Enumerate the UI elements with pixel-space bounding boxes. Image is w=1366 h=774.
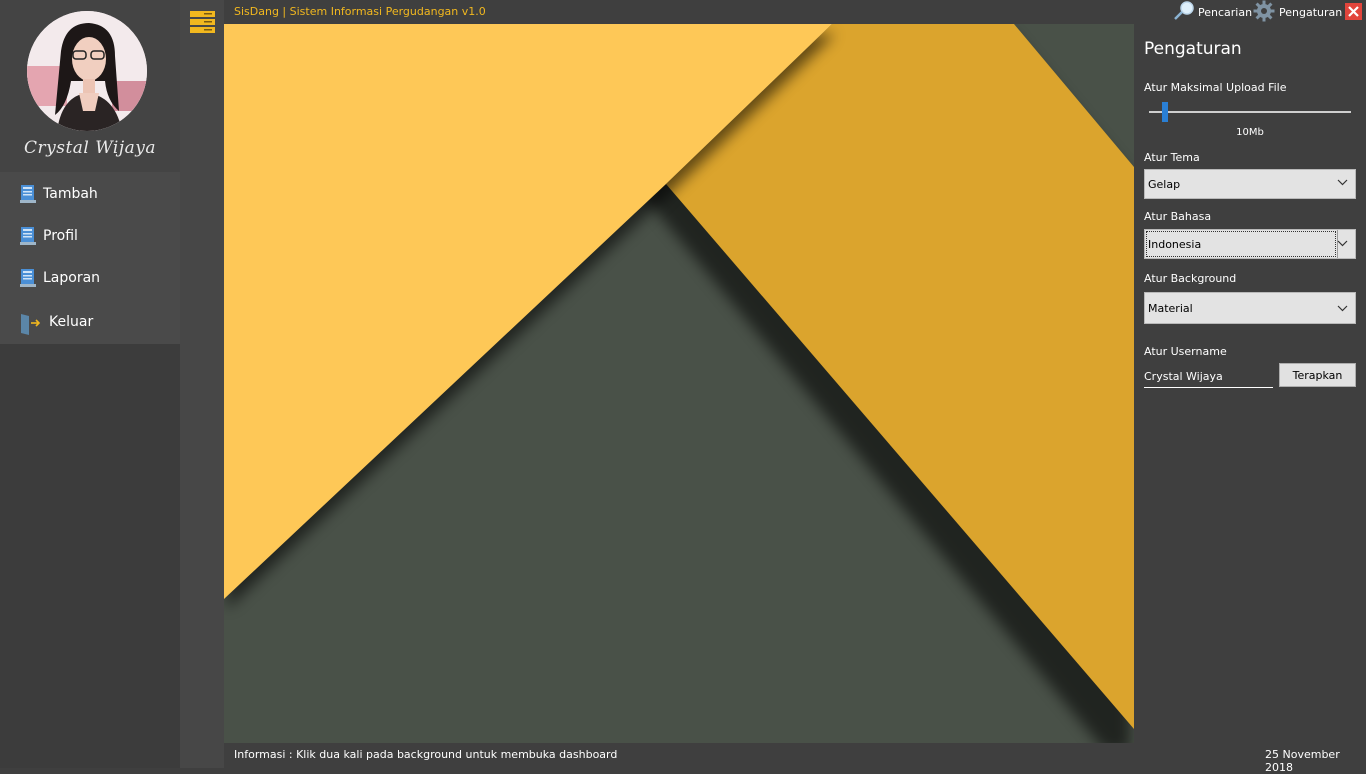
logout-door-icon (19, 312, 43, 335)
status-info: Informasi : Klik dua kali pada backgroun… (234, 748, 618, 761)
focus-ring (1146, 231, 1336, 257)
profile-username: Crystal Wijaya (23, 138, 157, 158)
theme-select-value: Gelap (1148, 177, 1181, 191)
material-background-art (224, 24, 1134, 743)
book-icon (19, 226, 37, 246)
chevron-down-icon (1337, 240, 1348, 247)
background-label: Atur Background (1144, 272, 1237, 285)
chevron-down-icon (1337, 179, 1348, 186)
sidebar-item-label: Profil (43, 228, 78, 244)
material-background[interactable] (224, 24, 1134, 743)
upload-label: Atur Maksimal Upload File (1144, 81, 1287, 94)
upload-slider-thumb[interactable] (1162, 102, 1169, 122)
apply-button[interactable]: Terapkan (1279, 363, 1356, 387)
upload-slider[interactable] (1149, 111, 1351, 113)
search-button[interactable]: Pencarian (1172, 0, 1253, 24)
close-icon (1348, 6, 1359, 17)
language-select[interactable]: Indonesia (1144, 229, 1356, 259)
theme-label: Atur Tema (1144, 151, 1200, 164)
language-label: Atur Bahasa (1144, 210, 1212, 223)
app-title: SisDang | Sistem Informasi Pergudangan v… (234, 5, 486, 18)
username-label: Atur Username (1144, 345, 1227, 358)
profile-card: Crystal Wijaya (0, 0, 180, 172)
avatar[interactable] (27, 11, 147, 131)
status-date: 25 November 2018 (1265, 748, 1340, 774)
sidebar-item-label: Keluar (49, 314, 94, 330)
sidebar-item-label: Laporan (43, 270, 101, 286)
background-select-value: Material (1148, 301, 1193, 315)
sidebar-item-label: Tambah (43, 186, 98, 202)
upload-value: 10Mb (1236, 127, 1264, 138)
theme-select[interactable]: Gelap (1144, 169, 1356, 199)
toggle-strip (180, 0, 224, 768)
sidebar-menu: Tambah Profil Laporan Keluar (0, 172, 180, 344)
settings-label: Pengaturan (1279, 5, 1343, 19)
book-icon (19, 184, 37, 204)
hamburger-menu-icon[interactable] (190, 11, 215, 34)
sidebar: Crystal Wijaya Tambah Profil Laporan Kel… (0, 0, 180, 768)
search-label: Pencarian (1198, 5, 1253, 19)
book-icon (19, 268, 37, 288)
settings-button[interactable]: Pengaturan (1253, 0, 1343, 25)
username-input[interactable] (1144, 365, 1273, 388)
sidebar-item-keluar[interactable]: Keluar (0, 301, 180, 343)
chevron-down-icon (1337, 305, 1348, 312)
sidebar-item-profil[interactable]: Profil (0, 215, 180, 257)
background-select[interactable]: Material (1144, 292, 1356, 324)
settings-title: Pengaturan (1144, 39, 1242, 59)
gear-icon (1253, 0, 1275, 25)
magnifier-icon (1172, 0, 1196, 24)
sidebar-item-tambah[interactable]: Tambah (0, 173, 180, 215)
close-button[interactable] (1345, 3, 1362, 20)
avatar-photo (27, 11, 147, 131)
sidebar-item-laporan[interactable]: Laporan (0, 257, 180, 299)
